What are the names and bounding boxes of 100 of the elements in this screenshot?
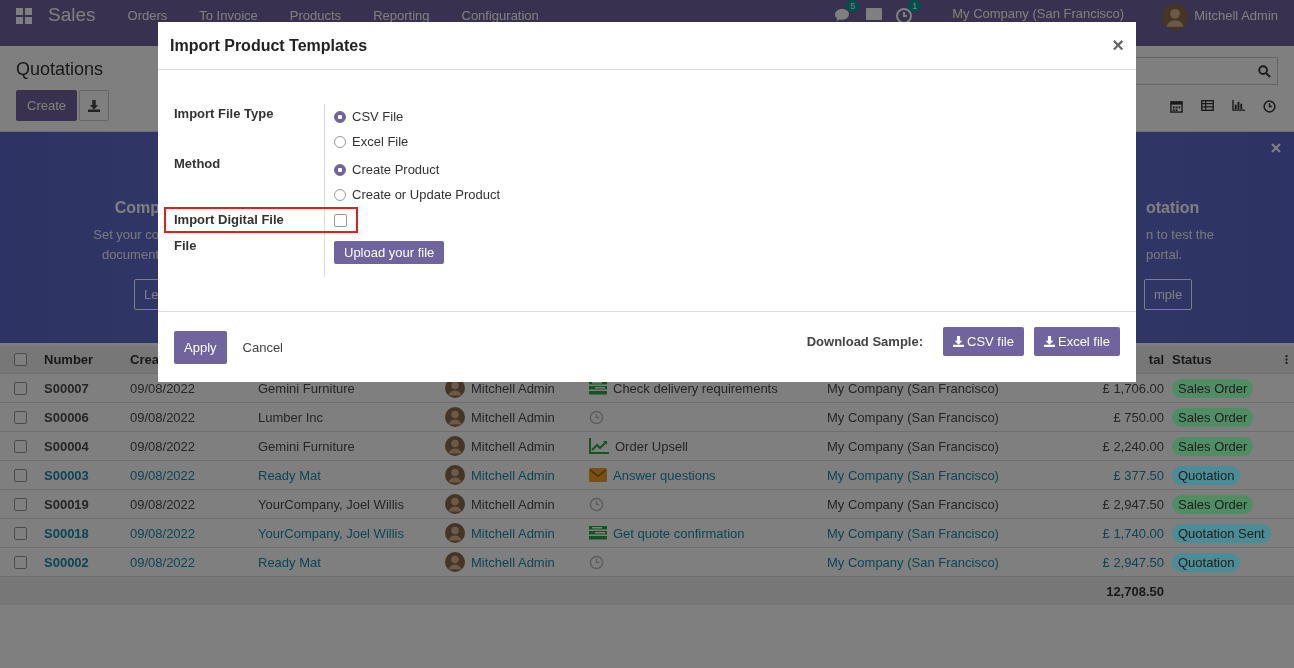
- order-number: S00006: [43, 409, 90, 425]
- table-cell-text: 09/08/2022: [129, 409, 197, 425]
- order-number: S00004: [43, 438, 90, 454]
- amount-cell-text: £ 1,740.00: [1101, 525, 1165, 541]
- step-button[interactable]: mple: [1144, 279, 1193, 310]
- download-button[interactable]: [79, 90, 110, 121]
- table-cell-text: Lumber Inc: [257, 409, 325, 425]
- table-cell: Mitchell Admin: [471, 525, 555, 541]
- download-sample-button[interactable]: Excel file: [1033, 326, 1120, 356]
- menu-item[interactable]: Products: [289, 8, 342, 23]
- table-cell-text: 09/08/2022: [129, 525, 197, 541]
- chat-window-icon[interactable]: [866, 8, 883, 20]
- radio-option[interactable]: CSV File: [334, 104, 409, 129]
- table-cell-text: My Company (San Francisco): [826, 380, 1000, 396]
- menu-item[interactable]: Reporting: [373, 8, 430, 23]
- list-view-icon[interactable]: [1201, 100, 1214, 111]
- row-checkbox[interactable]: [13, 555, 27, 569]
- row-checkbox[interactable]: [13, 497, 27, 511]
- table-cell: Mitchell Admin: [471, 409, 555, 425]
- activity-label[interactable]: Order Upsell: [615, 438, 688, 454]
- avatar-icon: [445, 523, 465, 543]
- order-number: S00019: [43, 496, 90, 512]
- chat-icon[interactable]: [834, 8, 851, 22]
- line-chart-icon[interactable]: [589, 438, 609, 454]
- status-badge: Quotation: [1172, 465, 1241, 485]
- row-checkbox[interactable]: [13, 526, 27, 540]
- row-checkbox[interactable]: [13, 410, 27, 424]
- menu-item[interactable]: Orders: [127, 8, 168, 23]
- table-cell: Mitchell Admin: [471, 438, 555, 454]
- row-checkbox[interactable]: [13, 381, 27, 395]
- amount-cell-text: £ 377.50: [1112, 467, 1165, 483]
- user-avatar[interactable]: [1162, 4, 1189, 30]
- bar-chart-view-icon[interactable]: [1232, 100, 1245, 111]
- status-badge: Quotation: [1172, 552, 1241, 572]
- order-number: S00003: [43, 467, 90, 483]
- table-cell-text: My Company (San Francisco): [826, 496, 1000, 512]
- avatar-icon: [445, 494, 465, 514]
- order-number: S00007: [43, 380, 90, 396]
- grand-total: 12,708.50: [1105, 583, 1165, 599]
- checkbox[interactable]: [334, 214, 347, 227]
- activity-view-icon[interactable]: [1263, 100, 1276, 113]
- close-button[interactable]: ×: [1112, 34, 1124, 57]
- message-count-badge: 5: [846, 0, 860, 12]
- table-cell-text: 09/08/2022: [129, 554, 197, 570]
- amount-cell-text: £ 2,947.50: [1101, 496, 1165, 512]
- table-cell-text: YourCompany, Joel Willis: [257, 525, 405, 541]
- close-icon[interactable]: [1271, 143, 1281, 153]
- table-cell-text: My Company (San Francisco): [826, 409, 1000, 425]
- table-cell-text: YourCompany, Joel Willis: [257, 496, 405, 512]
- user-menu[interactable]: Mitchell Admin: [1194, 8, 1278, 23]
- download-sample-button[interactable]: CSV file: [943, 326, 1024, 356]
- download-icon: [1043, 335, 1055, 347]
- step-title: otation: [1146, 199, 1200, 217]
- table-cell-text: My Company (San Francisco): [826, 525, 1000, 541]
- status-badge: Sales Order: [1172, 494, 1254, 514]
- field-label: Method: [174, 156, 221, 171]
- amount-cell-text: £ 2,240.00: [1101, 438, 1165, 454]
- table-cell: Mitchell Admin: [471, 380, 555, 396]
- cancel-link[interactable]: Cancel: [242, 339, 283, 355]
- activity-label[interactable]: Answer questions: [613, 467, 716, 483]
- apply-button[interactable]: Apply: [174, 330, 227, 364]
- menu-item[interactable]: To Invoice: [199, 8, 258, 23]
- avatar-icon: [445, 465, 465, 485]
- download-icon: [88, 99, 101, 112]
- tasks-icon[interactable]: [589, 381, 607, 395]
- amount-cell-text: £ 2,947.50: [1101, 554, 1165, 570]
- radio-option[interactable]: Create or Update Product: [334, 182, 501, 207]
- menu-item[interactable]: Configuration: [461, 8, 539, 23]
- step-description: portal.: [1146, 246, 1183, 264]
- apps-menu-icon[interactable]: [16, 8, 32, 24]
- calendar-view-icon[interactable]: [1170, 100, 1183, 113]
- app-name[interactable]: Sales: [48, 4, 96, 26]
- status-badge: Quotation Sent: [1172, 523, 1271, 543]
- activity-label[interactable]: Get quote confirmation: [613, 525, 745, 541]
- table-cell-text: Gemini Furniture: [257, 380, 356, 396]
- envelope-icon[interactable]: [589, 468, 607, 482]
- status-badge: Sales Order: [1172, 378, 1254, 398]
- table-cell-text: My Company (San Francisco): [826, 438, 1000, 454]
- create-button[interactable]: Create: [16, 90, 78, 121]
- table-cell: Mitchell Admin: [471, 467, 555, 483]
- company-switcher[interactable]: My Company (San Francisco): [952, 6, 1125, 21]
- radio-option[interactable]: Create Product: [334, 157, 501, 182]
- activity-label[interactable]: Check delivery requirements: [613, 380, 778, 396]
- select-all-checkbox[interactable]: [13, 353, 27, 366]
- dialog-title: Import Product Templates: [170, 36, 368, 55]
- upload-button[interactable]: Upload your file: [334, 241, 445, 264]
- amount-cell-text: £ 1,706.00: [1101, 380, 1165, 396]
- column-header[interactable]: Status: [1168, 352, 1294, 367]
- table-cell-text: 09/08/2022: [129, 467, 197, 483]
- radio-option[interactable]: Excel File: [334, 129, 409, 154]
- field-label: Import Digital File: [174, 212, 284, 227]
- table-cell: Mitchell Admin: [471, 554, 555, 570]
- row-checkbox[interactable]: [13, 439, 27, 453]
- status-badge: Sales Order: [1172, 436, 1254, 456]
- more-options-icon[interactable]: [1285, 354, 1288, 365]
- order-number: S00018: [43, 525, 90, 541]
- column-header[interactable]: Number: [40, 352, 126, 367]
- row-checkbox[interactable]: [13, 468, 27, 482]
- field-label: Import File Type: [174, 106, 274, 121]
- activity-count-badge: 1: [908, 0, 922, 12]
